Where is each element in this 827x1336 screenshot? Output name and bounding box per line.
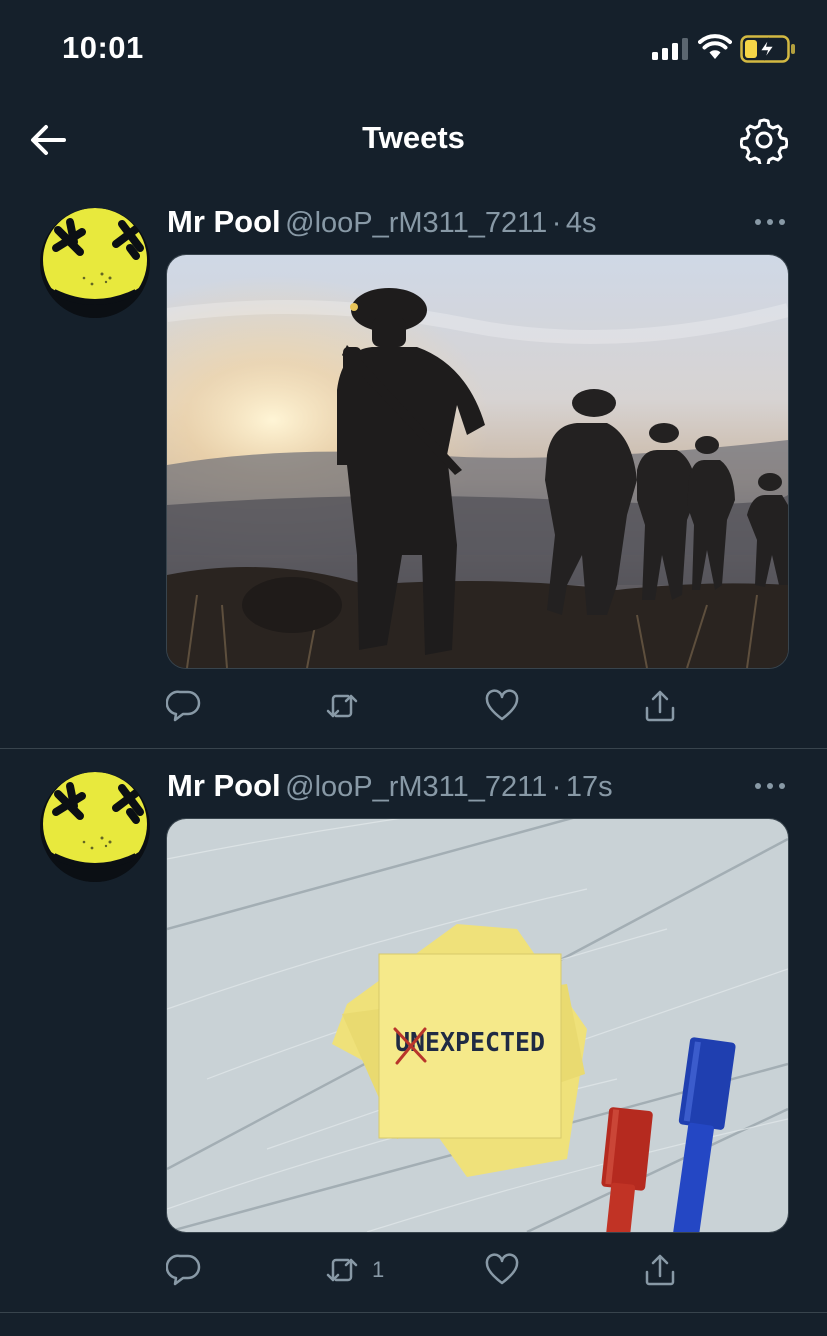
user-handle[interactable]: @looP_rM311_7211	[285, 771, 547, 803]
retweet-button[interactable]	[324, 684, 372, 728]
wifi-icon	[698, 34, 732, 59]
top-nav-bar: Tweets	[0, 100, 827, 180]
avatar[interactable]	[40, 208, 150, 318]
display-name[interactable]: Mr Pool	[167, 204, 281, 239]
avatar-smiley-image	[40, 208, 150, 318]
sticky-note-photo: UNEXPECTED	[167, 819, 788, 1232]
tweet-actions: 1	[166, 1248, 787, 1292]
tweets-screen: 10:01 Tweets Mr Pool @looP_rM311_7211 · …	[0, 0, 827, 1336]
avatar[interactable]	[40, 772, 150, 882]
page-title: Tweets	[362, 120, 465, 155]
more-horizontal-icon	[755, 219, 785, 225]
tweet-header: Mr Pool @looP_rM311_7211 · 17s	[167, 768, 613, 808]
gear-icon	[739, 118, 789, 168]
cellular-signal-icon	[652, 38, 688, 60]
heart-icon	[485, 689, 519, 721]
tweet-media-image[interactable]	[166, 254, 789, 669]
tweet-media-image[interactable]: UNEXPECTED	[166, 818, 789, 1233]
meta-separator: ·	[551, 207, 562, 239]
more-options-button[interactable]	[752, 212, 788, 232]
reply-icon	[166, 690, 201, 722]
tweet-timestamp[interactable]: 17s	[566, 771, 613, 803]
reply-icon	[166, 1254, 201, 1286]
retweet-button[interactable]: 1	[324, 1248, 384, 1292]
battery-charging-icon	[740, 35, 795, 63]
share-button[interactable]	[642, 684, 678, 728]
share-icon	[645, 1254, 675, 1286]
avatar-smiley-image	[40, 772, 150, 882]
heart-icon	[485, 1253, 519, 1285]
status-bar: 10:01	[0, 0, 827, 96]
tweet-header: Mr Pool @looP_rM311_7211 · 4s	[167, 204, 597, 244]
retweet-icon	[326, 1258, 358, 1282]
more-options-button[interactable]	[752, 776, 788, 796]
user-handle[interactable]: @looP_rM311_7211	[285, 207, 547, 239]
like-button[interactable]	[484, 1248, 520, 1292]
share-icon	[645, 690, 675, 722]
display-name[interactable]: Mr Pool	[167, 768, 281, 803]
meta-separator: ·	[551, 771, 562, 803]
retweet-icon	[326, 694, 358, 718]
status-time: 10:01	[62, 30, 144, 65]
settings-button[interactable]	[739, 116, 789, 168]
reply-button[interactable]	[166, 1248, 202, 1292]
share-button[interactable]	[642, 1248, 678, 1292]
like-button[interactable]	[484, 684, 520, 728]
tweet-item[interactable]: Mr Pool @looP_rM311_7211 · 4s	[0, 184, 827, 749]
reply-button[interactable]	[166, 684, 202, 728]
more-horizontal-icon	[755, 783, 785, 789]
soldiers-silhouette-photo	[167, 255, 788, 668]
tweet-item[interactable]: Mr Pool @looP_rM311_7211 · 17s UNEXPECTE…	[0, 748, 827, 1313]
retweet-count: 1	[372, 1257, 385, 1282]
tweet-actions	[166, 684, 787, 728]
tweet-timestamp[interactable]: 4s	[566, 207, 597, 239]
